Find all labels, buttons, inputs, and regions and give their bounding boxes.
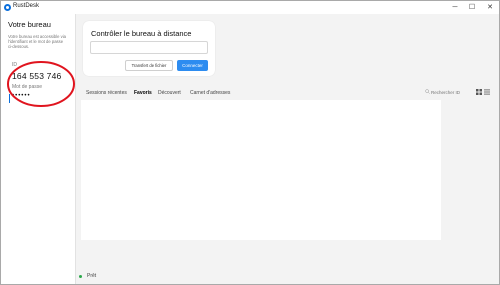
- search-box[interactable]: [423, 87, 473, 97]
- maximize-button[interactable]: ☐: [464, 1, 480, 14]
- status-text: Prêt: [87, 273, 97, 279]
- remote-control-card: Contrôler le bureau à distance Transfert…: [83, 21, 215, 76]
- minimize-button[interactable]: ─: [447, 1, 463, 14]
- title-bar: RustDesk ─ ☐ ✕: [1, 1, 499, 14]
- connect-button[interactable]: Connecter: [177, 60, 208, 71]
- peers-content-area: [81, 100, 441, 240]
- close-button[interactable]: ✕: [482, 1, 498, 14]
- tab-favorites[interactable]: Favoris: [134, 90, 152, 96]
- sidebar: Votre bureau Votre bureau est accessible…: [1, 14, 76, 284]
- tab-recent-sessions[interactable]: Sessions récentes: [86, 90, 127, 96]
- remote-id-input[interactable]: [90, 41, 208, 54]
- status-indicator-icon: [79, 275, 82, 278]
- status-bar: Prêt: [76, 270, 499, 284]
- file-transfer-button[interactable]: Transfert de fichier: [125, 60, 173, 71]
- tab-discovered[interactable]: Découvert: [158, 90, 181, 96]
- grid-view-icon[interactable]: [476, 89, 482, 95]
- sidebar-description: Votre bureau est accessible via l'identi…: [8, 34, 66, 49]
- sidebar-title: Votre bureau: [8, 20, 51, 29]
- rustdesk-logo-icon: [4, 4, 11, 11]
- list-view-icon[interactable]: [484, 89, 490, 95]
- window-title: RustDesk: [13, 3, 40, 9]
- tab-address-book[interactable]: Carnet d'adresses: [190, 90, 230, 96]
- search-icon: [425, 89, 430, 94]
- app-window: RustDesk ─ ☐ ✕ Votre bureau Votre bureau…: [0, 0, 500, 285]
- annotation-circle: [7, 61, 75, 107]
- search-input[interactable]: [431, 87, 471, 97]
- remote-control-title: Contrôler le bureau à distance: [91, 29, 192, 38]
